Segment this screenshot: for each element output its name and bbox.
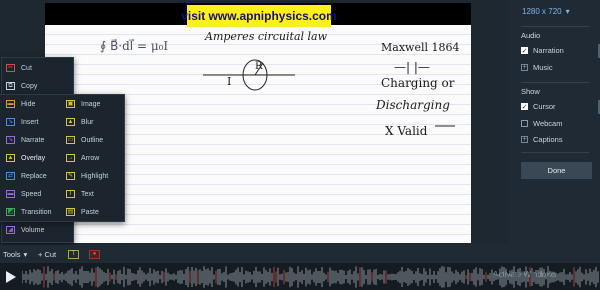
menu-item-outline[interactable]: ▭ Outline [66, 134, 103, 146]
menu-item-highlight[interactable]: ✎ Highlight [66, 170, 108, 182]
menu-item-blur[interactable]: ▲ Blur [66, 116, 93, 128]
captions-label: Captions [533, 135, 563, 144]
blur-icon: ▲ [66, 118, 75, 126]
menu-item-speed[interactable]: ▬ Speed [6, 188, 41, 200]
webcam-toggle[interactable]: Webcam [521, 119, 562, 128]
narrate-icon: ↘ [6, 136, 15, 144]
show-section-title: Show [521, 87, 540, 96]
narration-toggle[interactable]: ✓ Narration [521, 46, 564, 55]
outline-icon: ▭ [66, 136, 75, 144]
add-music-button[interactable]: + Music [521, 63, 553, 72]
insert-icon: ↘ [6, 118, 15, 126]
arrow-icon: → [66, 154, 75, 162]
menu-item-cut[interactable]: ✂ Cut [6, 62, 32, 74]
paste-icon: ▤ [66, 208, 75, 216]
webcam-label: Webcam [533, 119, 563, 128]
menu-item-narrate[interactable]: ↘ Narrate [6, 134, 44, 146]
transition-icon: ◩ [6, 208, 15, 216]
replace-icon: ⇄ [6, 172, 15, 180]
settings-panel: 1280 x 720 ▾ Audio ✓ Narration + Music S… [508, 0, 600, 290]
text-icon: T [66, 190, 75, 198]
checkmark-icon: ✓ [521, 103, 528, 111]
checkbox-icon [521, 120, 528, 127]
activate-windows-watermark: Activate Windows [493, 270, 557, 279]
add-cut-label: + Cut [38, 249, 57, 259]
menu-item-overlay[interactable]: ▲ Overlay [6, 152, 45, 164]
menu-item-arrow[interactable]: → Arrow [66, 152, 99, 164]
music-label: Music [533, 63, 553, 72]
cursor-label: Cursor [533, 102, 556, 111]
menu-item-volume[interactable]: ◢ Volume [6, 224, 44, 236]
hide-icon: ▬ [6, 100, 15, 108]
cut-icon: ✂ [6, 64, 15, 72]
plus-icon: + [521, 64, 528, 71]
tools-label: Tools [3, 249, 21, 259]
menu-item-replace[interactable]: ⇄ Replace [6, 170, 47, 182]
menu-item-transition[interactable]: ◩ Transition [6, 206, 51, 218]
volume-icon: ◢ [6, 226, 15, 234]
record-icon: ● [89, 249, 100, 259]
overlay-icon: ▲ [6, 154, 15, 162]
add-cut-button[interactable]: + Cut [38, 248, 56, 260]
speed-icon: ▬ [6, 190, 15, 198]
menu-item-insert[interactable]: ↘ Insert [6, 116, 39, 128]
menu-item-copy[interactable]: ⧉ Copy [6, 80, 37, 92]
text-tool-button[interactable]: T [68, 248, 79, 260]
chevron-down-icon: ▾ [23, 249, 28, 259]
narration-label: Narration [533, 46, 564, 55]
menu-item-paste[interactable]: ▤ Paste [66, 206, 99, 218]
copy-icon: ⧉ [6, 82, 15, 90]
menu-item-image[interactable]: ▣ Image [66, 98, 100, 110]
chevron-down-icon: ▾ [565, 7, 570, 16]
add-captions-button[interactable]: + Captions [521, 135, 563, 144]
divider [521, 82, 589, 83]
done-button[interactable]: Done [521, 162, 592, 179]
menu-item-hide[interactable]: ▬ Hide [6, 98, 35, 110]
play-icon[interactable] [6, 271, 16, 283]
audio-section-title: Audio [521, 31, 541, 40]
plus-icon: + [521, 136, 528, 143]
divider [521, 152, 589, 153]
menu-item-text[interactable]: T Text [66, 188, 94, 200]
text-icon: T [68, 249, 79, 259]
checkmark-icon: ✓ [521, 47, 528, 55]
record-button[interactable]: ● [89, 248, 100, 260]
highlight-icon: ✎ [66, 172, 75, 180]
tools-button[interactable]: Tools ▾ [3, 248, 27, 260]
image-icon: ▣ [66, 100, 75, 108]
resolution-dropdown[interactable]: 1280 x 720 ▾ [522, 7, 570, 16]
editor-toolbar: Tools ▾ + Cut T ● [0, 245, 508, 263]
cursor-toggle[interactable]: ✓ Cursor [521, 102, 556, 111]
resolution-value: 1280 x 720 [522, 7, 562, 16]
divider [521, 26, 589, 27]
